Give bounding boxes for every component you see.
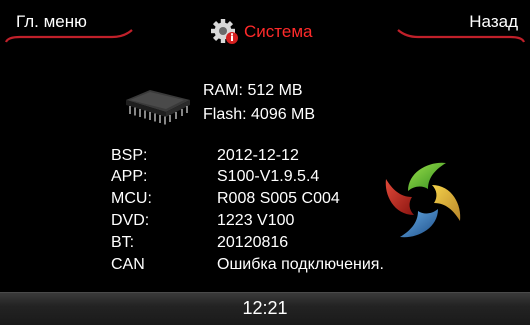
app-value: S100-V1.9.5.4 [217,168,320,185]
main-menu-button[interactable]: Гл. меню [0,10,140,44]
brand-swirl-logo [385,162,461,238]
bsp-label: BSP: [111,147,148,164]
main-menu-underline [4,29,133,43]
header-bar: Гл. меню Система Назад [0,0,530,50]
bsp-value: 2012-12-12 [217,147,299,164]
flash-info: Flash: 4096 MB [203,106,316,123]
mcu-value: R008 S005 C004 [217,190,340,207]
app-label: APP: [111,168,148,185]
dvd-value: 1223 V100 [217,212,295,229]
mcu-label: MCU: [111,190,152,207]
gear-info-icon [211,19,238,44]
title-text: Система [244,22,313,41]
dvd-label: DVD: [111,212,150,229]
memory-chip-icon [126,90,190,125]
can-label: CAN [111,256,145,273]
back-button[interactable]: Назад [390,10,530,44]
ram-info: RAM: 512 MB [203,82,303,99]
back-underline [397,29,526,43]
status-bar: 12:21 [0,292,530,325]
bt-value: 20120816 [217,234,289,251]
can-value: Ошибка подключения. [217,256,384,273]
clock: 12:21 [242,298,288,318]
bt-label: BT: [111,234,135,251]
